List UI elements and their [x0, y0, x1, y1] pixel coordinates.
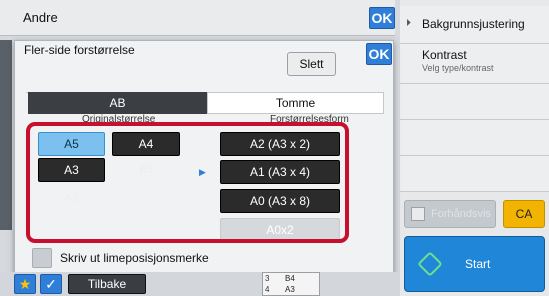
glue-mark-label: Skriv ut limeposisjonsmerke	[60, 251, 209, 265]
start-button[interactable]: Start	[404, 236, 545, 292]
preview-size-bottom: A3	[285, 285, 295, 294]
side-item-empty	[400, 120, 549, 156]
side-item-empty	[400, 84, 549, 120]
dialog-title: Fler-side forstørrelse	[24, 43, 135, 57]
favorite-star-icon[interactable]: ★	[14, 274, 36, 294]
tab-tomme[interactable]: Tomme	[207, 92, 384, 114]
checkmark-icon[interactable]: ✓	[40, 274, 62, 294]
delete-button[interactable]: Slett	[287, 52, 336, 76]
side-item-background-adjust[interactable]: ⏵ Bakgrunnsjustering	[400, 6, 549, 44]
side-item-subtitle: Velg type/kontrast	[422, 63, 494, 73]
preview-button[interactable]: Forhåndsvis	[404, 200, 496, 228]
glue-mark-checkbox[interactable]	[32, 248, 52, 268]
page-title: Andre	[23, 10, 58, 25]
tab-ab[interactable]: AB	[28, 92, 207, 114]
start-label: Start	[465, 257, 491, 271]
preview-size-top: B4	[285, 274, 295, 283]
side-item-contrast[interactable]: Kontrast Velg type/kontrast	[400, 44, 549, 84]
side-item-title: Kontrast	[422, 48, 467, 62]
ca-button[interactable]: CA	[503, 200, 545, 228]
top-bar: Andre	[0, 0, 395, 36]
back-button[interactable]: Tilbake	[68, 274, 146, 294]
start-icon	[417, 251, 443, 277]
play-icon: ⏵	[406, 18, 411, 29]
top-ok-button[interactable]: OK	[369, 7, 395, 29]
side-item-label: Bakgrunnsjustering	[422, 17, 525, 31]
preview-icon	[411, 207, 425, 221]
paper-preview: 3 4 B4 A3	[262, 272, 320, 296]
highlight-frame	[26, 122, 349, 243]
preview-index: 4	[265, 285, 270, 294]
left-edge-strip	[0, 40, 12, 230]
preview-label: Forhåndsvis	[431, 208, 491, 220]
dialog-ok-button[interactable]: OK	[366, 43, 392, 65]
side-item-empty	[400, 156, 549, 192]
preview-index: 3	[265, 274, 270, 283]
